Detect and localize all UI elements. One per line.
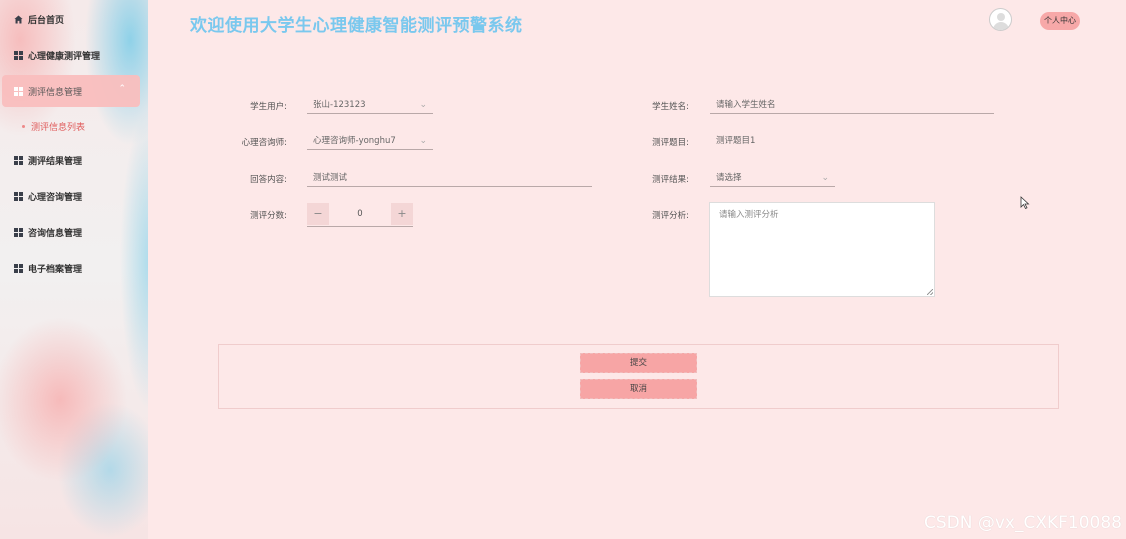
increment-button[interactable]: + <box>391 203 413 225</box>
student-user-label: 学生用户: <box>250 102 287 112</box>
answer-input[interactable]: 测试测试 <box>307 169 592 187</box>
student-user-value: 张山-123123 <box>313 100 366 110</box>
sidebar-item-assessment[interactable]: 心理健康测评管理 <box>2 39 140 71</box>
sidebar-subitem-evaluation-list[interactable]: 测评信息列表 <box>22 120 85 133</box>
watermark: CSDN @vx_CXKF10088 <box>923 513 1122 533</box>
sidebar-item-label: 测评结果管理 <box>28 156 83 167</box>
page-title: 欢迎使用大学生心理健康智能测评预警系统 <box>190 16 523 36</box>
sidebar-item-label: 心理健康测评管理 <box>28 51 101 62</box>
bullet-icon <box>22 125 25 128</box>
student-name-placeholder: 请输入学生姓名 <box>716 100 776 110</box>
score-value[interactable]: 0 <box>329 203 391 225</box>
avatar[interactable] <box>989 8 1012 31</box>
sidebar-item-home[interactable]: 后台首页 <box>2 3 140 35</box>
student-user-select[interactable]: 张山-123123 ⌄ <box>307 96 433 114</box>
question-input[interactable]: 测评题目1 <box>710 132 994 150</box>
chevron-up-icon: ⌃ <box>118 84 126 94</box>
sidebar: 后台首页 心理健康测评管理 测评信息管理 ⌃ 测评信息列表 测评结果管理 心理咨… <box>0 0 148 539</box>
sidebar-item-label: 测评信息管理 <box>28 87 83 98</box>
sidebar-item-consult-info[interactable]: 咨询信息管理 <box>2 216 140 248</box>
sidebar-item-evaluation-info[interactable]: 测评信息管理 ⌃ <box>2 75 140 107</box>
grid-icon <box>14 155 23 165</box>
student-name-input[interactable]: 请输入学生姓名 <box>710 96 994 114</box>
student-name-label: 学生姓名: <box>652 102 689 112</box>
counselor-select[interactable]: 心理咨询师-yonghu7 ⌄ <box>307 132 433 150</box>
sidebar-item-label: 电子档案管理 <box>28 264 83 275</box>
sidebar-item-archives[interactable]: 电子档案管理 <box>2 252 140 284</box>
grid-icon <box>14 86 23 96</box>
question-label: 测评题目: <box>652 138 689 148</box>
chevron-down-icon: ⌄ <box>821 173 829 183</box>
answer-value: 测试测试 <box>313 173 348 183</box>
sidebar-item-label: 后台首页 <box>28 15 65 26</box>
result-label: 测评结果: <box>652 175 689 185</box>
submit-button[interactable]: 提交 <box>580 353 697 373</box>
grid-icon <box>14 263 23 273</box>
sidebar-item-label: 心理咨询管理 <box>28 192 83 203</box>
resize-handle-icon[interactable] <box>927 289 933 295</box>
analysis-placeholder: 请输入测评分析 <box>719 210 779 220</box>
grid-icon <box>14 191 23 201</box>
result-select[interactable]: 请选择 ⌄ <box>710 169 835 187</box>
sidebar-item-counseling[interactable]: 心理咨询管理 <box>2 180 140 212</box>
counselor-label: 心理咨询师: <box>241 138 287 148</box>
chevron-down-icon: ⌄ <box>419 100 427 110</box>
sidebar-item-label: 咨询信息管理 <box>28 228 83 239</box>
chevron-down-icon: ⌄ <box>419 136 427 146</box>
mouse-cursor-icon <box>1020 196 1030 210</box>
counselor-value: 心理咨询师-yonghu7 <box>313 136 396 146</box>
sidebar-subitem-label: 测评信息列表 <box>31 123 86 133</box>
question-value: 测评题目1 <box>716 136 756 146</box>
grid-icon <box>14 50 23 60</box>
profile-button[interactable]: 个人中心 <box>1040 12 1080 30</box>
answer-label: 回答内容: <box>250 175 287 185</box>
grid-icon <box>14 227 23 237</box>
sidebar-item-results[interactable]: 测评结果管理 <box>2 144 140 176</box>
result-placeholder: 请选择 <box>716 173 742 183</box>
analysis-textarea[interactable]: 请输入测评分析 <box>709 202 935 297</box>
home-icon <box>14 14 23 24</box>
cancel-button[interactable]: 取消 <box>580 379 697 399</box>
analysis-label: 测评分析: <box>652 211 689 221</box>
score-stepper[interactable]: − 0 + <box>307 203 413 227</box>
score-label: 测评分数: <box>250 211 287 221</box>
decrement-button[interactable]: − <box>307 203 329 225</box>
